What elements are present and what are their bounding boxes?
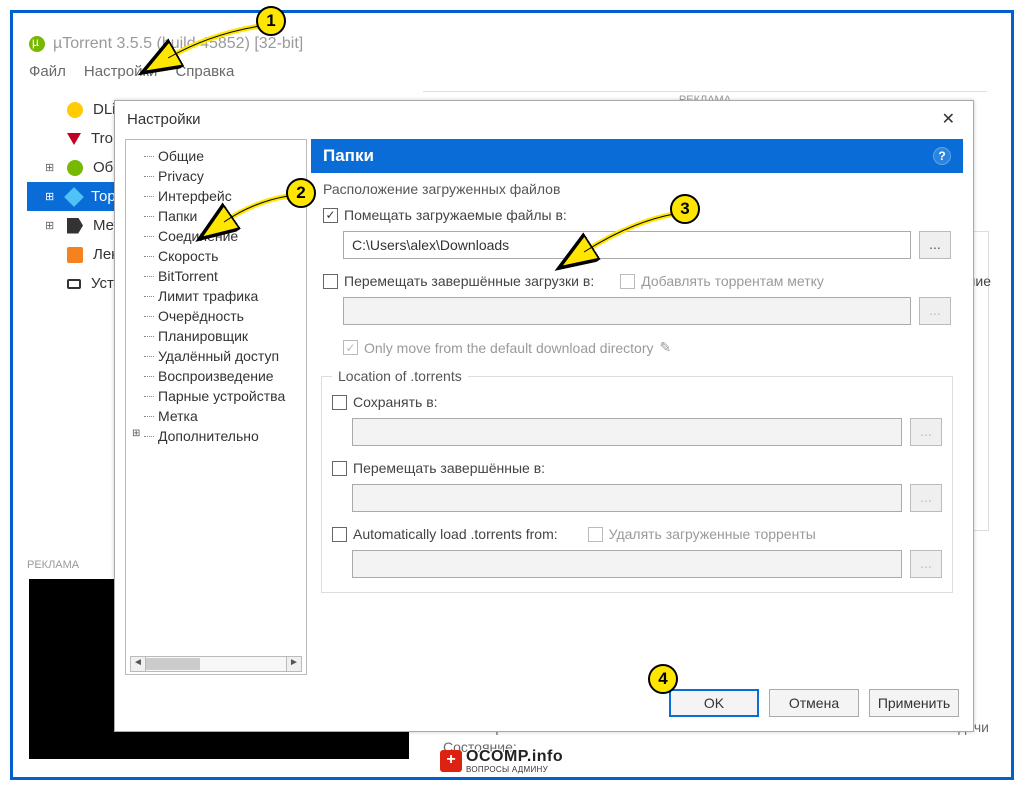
label-store-in: Сохранять в: [353,394,438,410]
expand-icon[interactable]: ⊞ [45,190,57,203]
dlive-icon [67,102,83,118]
label-put-files: Помещать загружаемые файлы в: [344,207,567,223]
label-move-completed2: Перемещать завершённые в: [353,460,545,476]
expand-icon[interactable]: ⊞ [45,161,57,174]
watermark-text: OCOMP.info [466,748,563,765]
tree-item-paired[interactable]: Парные устройства [130,386,306,406]
checkbox-store-in[interactable] [332,395,347,410]
scroll-thumb[interactable] [146,658,200,670]
tree-item-traffic[interactable]: Лимит трафика [130,286,306,306]
checkbox-append-label [620,274,635,289]
dialog-titlebar: Настройки ✕ [115,101,973,137]
torrent-icon [64,187,84,207]
tree-item-bittorrent[interactable]: BitTorrent [130,266,306,286]
annotation-3: 3 [670,194,700,224]
section-title: Папки [323,146,374,166]
tree-item-label[interactable]: Метка [130,406,306,426]
label-append-label: Добавлять торрентам метку [641,273,824,289]
input-move2-path [352,484,902,512]
group-torrent-location-title: Location of .torrents [332,368,468,384]
input-store-path [352,418,902,446]
checkbox-autoload[interactable] [332,527,347,542]
group-torrent-location: Location of .torrents Сохранять в: ... П… [321,368,953,593]
watermark-icon: + [440,750,462,772]
input-autoload-path [352,550,902,578]
rss-icon [67,247,83,263]
menu-settings[interactable]: Настройки [84,63,158,80]
section-header: Папки ? [311,139,963,173]
scroll-right-icon[interactable]: ► [286,656,302,672]
annotation-4: 4 [648,664,678,694]
ad-label-side: РЕКЛАМА [27,559,79,571]
tree-item-speed[interactable]: Скорость [130,246,306,266]
tree-scrollbar[interactable]: ◄ ► [130,656,302,672]
annotation-2: 2 [286,178,316,208]
help-icon[interactable]: ? [933,147,951,165]
browse-button-disabled-3: ... [910,484,942,512]
tree-item-scheduler[interactable]: Планировщик [130,326,306,346]
browse-button-disabled: ... [919,297,951,325]
checkbox-put-files[interactable]: ✓ [323,208,338,223]
pencil-icon: ✎ [659,339,671,356]
ok-button[interactable]: OK [669,689,759,717]
menu-file[interactable]: Файл [29,63,66,80]
browse-button[interactable]: ... [919,231,951,259]
checkbox-move-completed2[interactable] [332,461,347,476]
browse-button-disabled-2: ... [910,418,942,446]
label-autoload: Automatically load .torrents from: [353,526,558,542]
checkbox-only-move: ✓ [343,340,358,355]
tree-item-playback[interactable]: Воспроизведение [130,366,306,386]
label-delete-loaded: Удалять загруженные торренты [609,526,816,542]
expand-icon[interactable]: ⊞ [45,219,57,232]
utorrent-logo-icon [29,36,45,52]
scroll-left-icon[interactable]: ◄ [130,656,146,672]
input-move-path [343,297,911,325]
tree-item-advanced[interactable]: Дополнительно [130,426,306,446]
tron-icon [67,133,81,145]
device-icon [67,279,81,289]
label-icon [67,218,83,234]
label-only-move: Only move from the default download dire… [364,340,653,356]
dialog-title: Настройки [127,111,201,128]
label-move-completed: Перемещать завершённые загрузки в: [344,273,594,289]
cancel-button[interactable]: Отмена [769,689,859,717]
annotation-arrow-1 [160,24,270,79]
annotation-1: 1 [256,6,286,36]
tree-item-remote[interactable]: Удалённый доступ [130,346,306,366]
tree-item-queue[interactable]: Очерёдность [130,306,306,326]
watermark: + OCOMP.info ВОПРОСЫ АДМИНУ [440,748,563,774]
checkbox-move-completed[interactable] [323,274,338,289]
annotation-arrow-3 [576,212,686,267]
watermark-sub: ВОПРОСЫ АДМИНУ [466,766,563,774]
dialog-buttons: OK Отмена Применить [669,689,959,717]
apply-button[interactable]: Применить [869,689,959,717]
tree-item-general[interactable]: Общие [130,146,306,166]
tree-item-privacy[interactable]: Privacy [130,166,306,186]
update-icon [67,160,83,176]
browse-button-disabled-4: ... [910,550,942,578]
close-icon[interactable]: ✕ [936,109,961,129]
annotation-arrow-2 [218,194,298,239]
group-downloaded-location: Расположение загруженных файлов [323,181,951,197]
checkbox-delete-loaded [588,527,603,542]
